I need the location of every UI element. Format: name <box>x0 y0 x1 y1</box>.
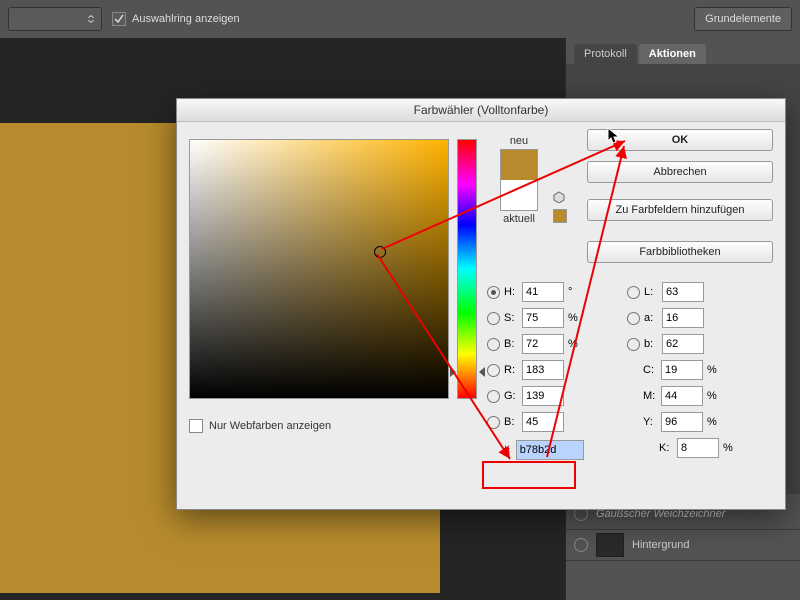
input-s[interactable] <box>522 308 564 328</box>
tab-protokoll[interactable]: Protokoll <box>574 44 637 64</box>
lbl-l: L: <box>644 286 662 298</box>
radio-a[interactable] <box>627 312 640 325</box>
input-bv[interactable] <box>522 334 564 354</box>
unit-pct: % <box>707 416 721 428</box>
lbl-a: a: <box>644 312 662 324</box>
visibility-icon[interactable] <box>574 538 588 552</box>
add-to-swatches-button[interactable]: Zu Farbfeldern hinzufügen <box>587 199 773 221</box>
unit-pct: % <box>707 364 721 376</box>
panel-tabs: Protokoll Aktionen <box>566 38 800 64</box>
closest-color-swatch[interactable] <box>553 209 567 223</box>
radio-bv[interactable] <box>487 338 500 351</box>
input-m[interactable] <box>661 386 703 406</box>
ok-button[interactable]: OK <box>587 129 773 151</box>
lbl-k: K: <box>659 442 677 454</box>
radio-r[interactable] <box>487 364 500 377</box>
input-a[interactable] <box>662 308 704 328</box>
color-swatch <box>500 149 538 211</box>
radio-bc[interactable] <box>487 416 500 429</box>
input-y[interactable] <box>661 412 703 432</box>
dialog-title: Farbwähler (Volltonfarbe) <box>177 99 785 122</box>
input-b[interactable] <box>662 334 704 354</box>
layer-thumbnail <box>596 533 624 557</box>
hue-slider-handle-icon[interactable] <box>450 367 456 377</box>
chevron-updown-icon <box>87 15 95 23</box>
saturation-brightness-field[interactable] <box>189 139 449 399</box>
grundelemente-label: Grundelemente <box>705 13 781 25</box>
input-k[interactable] <box>677 438 719 458</box>
unit-pct: % <box>723 442 737 454</box>
input-l[interactable] <box>662 282 704 302</box>
swatch-column: neu aktuell <box>489 135 549 225</box>
radio-h[interactable] <box>487 286 500 299</box>
lbl-bc: B: <box>504 416 522 428</box>
lbl-g: G: <box>504 390 522 402</box>
picker-cursor-icon <box>374 246 386 258</box>
toolbar-checkbox[interactable]: Auswahlring anzeigen <box>112 12 240 26</box>
label-current: aktuell <box>489 213 549 225</box>
checkbox-icon <box>189 419 203 433</box>
checkbox-icon <box>112 12 126 26</box>
gamut-warning-icon[interactable] <box>553 191 565 203</box>
lbl-m: M: <box>643 390 661 402</box>
lbl-b: b: <box>644 338 662 350</box>
toolbar-checkbox-label: Auswahlring anzeigen <box>132 13 240 25</box>
radio-l[interactable] <box>627 286 640 299</box>
lbl-bv: B: <box>504 338 522 350</box>
workspace: Protokoll Aktionen Gaußscher Weichzeichn… <box>0 38 800 600</box>
lbl-s: S: <box>504 312 522 324</box>
layer-label: Hintergrund <box>632 539 689 551</box>
radio-g[interactable] <box>487 390 500 403</box>
input-g[interactable] <box>522 386 564 406</box>
tab-aktionen[interactable]: Aktionen <box>639 44 706 64</box>
grundelemente-button[interactable]: Grundelemente <box>694 7 792 31</box>
color-libraries-button[interactable]: Farbbibliotheken <box>587 241 773 263</box>
annotation-hex-highlight <box>482 461 576 489</box>
swatch-current <box>501 180 537 210</box>
input-hex[interactable] <box>516 440 584 460</box>
unit-deg: ° <box>568 286 582 298</box>
layer-row-bg[interactable]: Hintergrund <box>566 530 800 561</box>
radio-s[interactable] <box>487 312 500 325</box>
input-h[interactable] <box>522 282 564 302</box>
cancel-button[interactable]: Abbrechen <box>587 161 773 183</box>
lbl-y: Y: <box>643 416 661 428</box>
unit-pct: % <box>568 338 582 350</box>
color-picker-dialog: Farbwähler (Volltonfarbe) neu aktuell OK… <box>176 98 786 510</box>
app-toolbar: Auswahlring anzeigen Grundelemente <box>0 0 800 39</box>
web-colors-label: Nur Webfarben anzeigen <box>209 420 331 432</box>
web-colors-checkbox[interactable]: Nur Webfarben anzeigen <box>189 419 331 433</box>
hue-slider[interactable] <box>457 139 477 399</box>
lbl-r: R: <box>504 364 522 376</box>
radio-b[interactable] <box>627 338 640 351</box>
swatch-new <box>501 150 537 180</box>
input-c[interactable] <box>661 360 703 380</box>
lbl-h: H: <box>504 286 522 298</box>
toolbar-dropdown[interactable] <box>8 7 102 31</box>
unit-pct: % <box>707 390 721 402</box>
label-new: neu <box>489 135 549 147</box>
input-bc[interactable] <box>522 412 564 432</box>
unit-pct: % <box>568 312 582 324</box>
lbl-c: C: <box>643 364 661 376</box>
hue-slider-handle-icon[interactable] <box>479 367 485 377</box>
input-r[interactable] <box>522 360 564 380</box>
hex-row: # <box>503 440 643 460</box>
color-value-fields: H: ° L: S:% a: B:% b: R: C:% G: M:% B: Y:… <box>487 279 777 461</box>
hash-icon: # <box>503 443 510 457</box>
